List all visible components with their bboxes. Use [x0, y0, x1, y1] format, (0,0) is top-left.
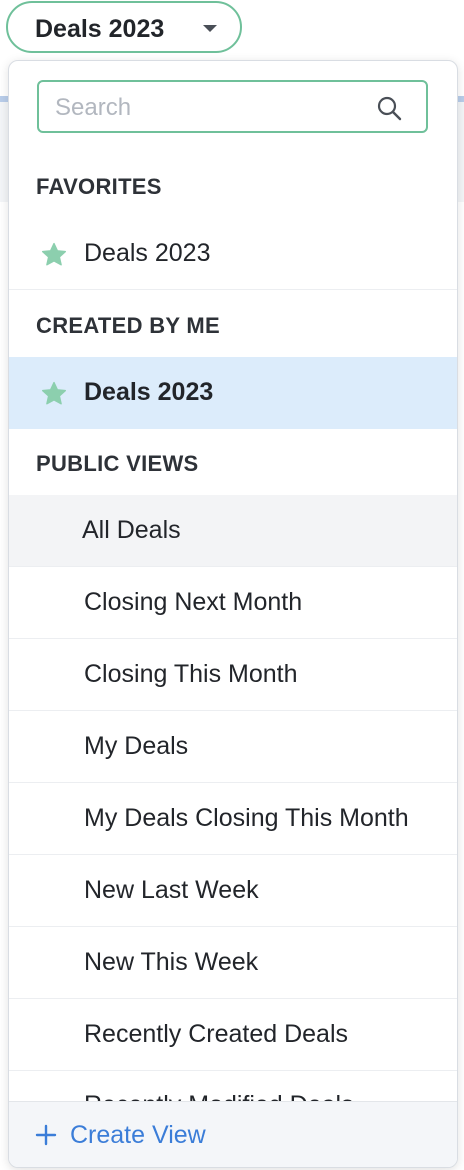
caret-down-icon: [203, 25, 217, 32]
item-label: Recently Created Deals: [84, 1020, 349, 1048]
view-dropdown-menu: FAVORITES Deals 2023 CREATED BY ME Deals…: [8, 60, 458, 1168]
star-icon[interactable]: [40, 241, 68, 269]
menu-scroll-area[interactable]: FAVORITES Deals 2023 CREATED BY ME Deals…: [9, 61, 457, 1101]
list-item-my-deals-closing-this-month[interactable]: My Deals Closing This Month: [9, 783, 457, 855]
item-label: Closing This Month: [84, 660, 298, 688]
view-selector-button[interactable]: Deals 2023: [6, 1, 242, 53]
menu-footer: Create View: [9, 1101, 457, 1167]
item-label: New Last Week: [84, 876, 259, 904]
list-item-all-deals[interactable]: All Deals: [9, 495, 457, 567]
item-label: Deals 2023: [84, 378, 214, 406]
item-label: Deals 2023: [84, 239, 211, 267]
item-label: My Deals Closing This Month: [84, 804, 409, 832]
list-item-closing-next-month[interactable]: Closing Next Month: [9, 567, 457, 639]
section-header-public-views: PUBLIC VIEWS: [36, 451, 199, 476]
search-box[interactable]: [37, 80, 428, 133]
plus-icon[interactable]: [35, 1124, 57, 1146]
item-label: All Deals: [82, 516, 181, 544]
list-item-my-deals[interactable]: My Deals: [9, 711, 457, 783]
section-header-created-by-me: CREATED BY ME: [36, 313, 220, 338]
create-view-link[interactable]: Create View: [70, 1121, 206, 1150]
list-item-recently-modified-deals[interactable]: Recently Modified Deals: [84, 1091, 354, 1101]
view-selector-label: Deals 2023: [35, 15, 165, 43]
item-label: My Deals: [84, 732, 189, 760]
section-header-favorites: FAVORITES: [36, 174, 162, 199]
star-icon[interactable]: [40, 380, 68, 408]
list-item-closing-this-month[interactable]: Closing This Month: [9, 639, 457, 711]
item-label: Closing Next Month: [84, 588, 303, 616]
list-item-new-last-week[interactable]: New Last Week: [9, 855, 457, 927]
list-item-recently-created-deals[interactable]: Recently Created Deals: [9, 999, 457, 1071]
list-item-created-deals-2023[interactable]: Deals 2023: [9, 357, 457, 429]
item-label: New This Week: [84, 948, 259, 976]
list-item-new-this-week[interactable]: New This Week: [9, 927, 457, 999]
search-icon[interactable]: [375, 94, 403, 122]
search-input[interactable]: [53, 82, 367, 133]
list-item-favorite-deals-2023[interactable]: Deals 2023: [9, 218, 457, 290]
page: Deals 2023 FAVORITES Deals 2023 CREATED …: [0, 0, 464, 1170]
